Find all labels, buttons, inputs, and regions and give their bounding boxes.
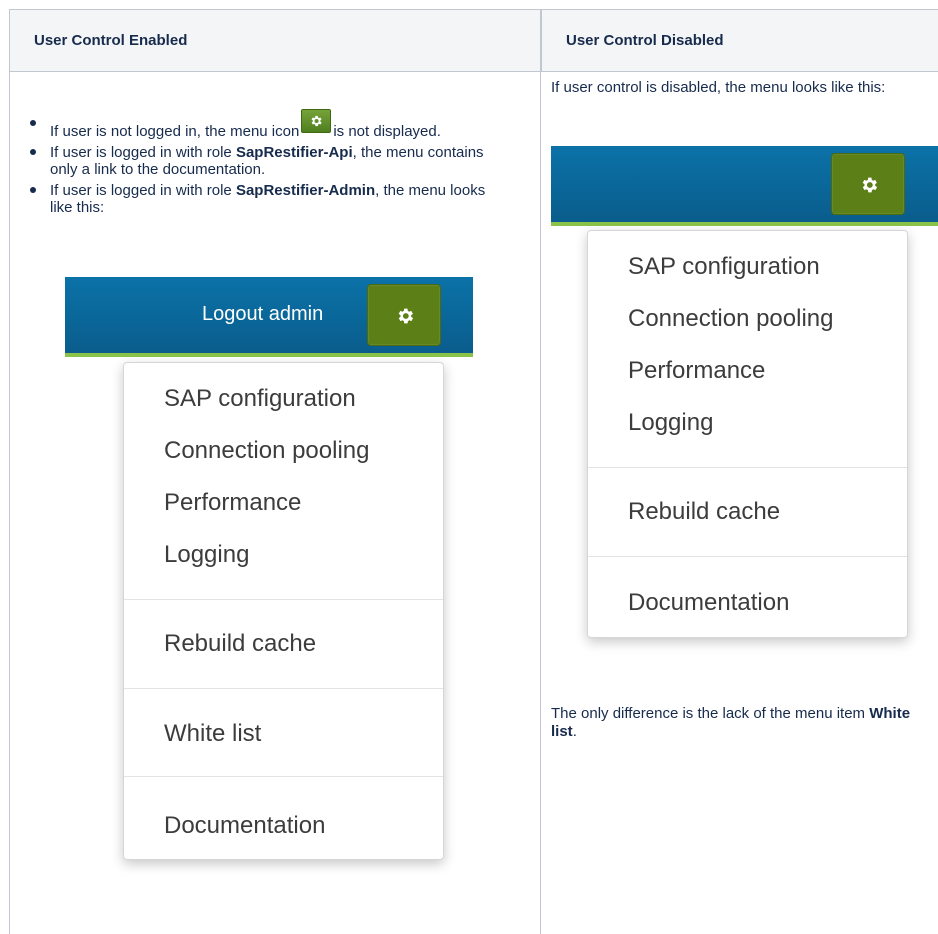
outro-text: The only difference is the lack of the m… — [551, 705, 911, 740]
navbar-preview-enabled: Logout admin — [65, 277, 473, 357]
gear-icon — [398, 308, 414, 324]
header-cell-disabled: User Control Disabled — [541, 9, 938, 72]
header-disabled-label: User Control Disabled — [566, 32, 724, 49]
menu-item-connection-pooling[interactable]: Connection pooling — [164, 437, 370, 465]
menu-divider — [124, 776, 443, 777]
menu-item-documentation[interactable]: Documentation — [628, 589, 789, 617]
intro-text: If user control is disabled, the menu lo… — [551, 79, 886, 96]
dropdown-menu-enabled: SAP configuration Connection pooling Per… — [123, 362, 444, 860]
menu-item-logging[interactable]: Logging — [628, 409, 713, 437]
logout-link[interactable]: Logout admin — [202, 303, 323, 326]
cell-enabled: If user is not logged in, the menu icon i… — [10, 71, 540, 934]
menu-divider — [588, 556, 907, 557]
inline-gear-icon — [301, 109, 332, 133]
navbar-preview-disabled — [551, 146, 938, 226]
menu-divider — [588, 467, 907, 468]
menu-item-white-list[interactable]: White list — [164, 720, 261, 748]
header-cell-enabled: User Control Enabled — [9, 9, 541, 72]
table-divider — [540, 9, 541, 934]
menu-item-sap-configuration[interactable]: SAP configuration — [164, 385, 356, 413]
header-enabled-label: User Control Enabled — [34, 32, 188, 49]
menu-divider — [124, 688, 443, 689]
menu-item-performance[interactable]: Performance — [628, 357, 765, 385]
menu-item-connection-pooling[interactable]: Connection pooling — [628, 305, 834, 333]
menu-item-performance[interactable]: Performance — [164, 489, 301, 517]
menu-item-rebuild-cache[interactable]: Rebuild cache — [628, 498, 780, 526]
settings-menu-button[interactable] — [831, 153, 905, 215]
bullet-role-admin: If user is logged in with role SapRestif… — [27, 182, 507, 216]
menu-item-sap-configuration[interactable]: SAP configuration — [628, 253, 820, 281]
menu-item-logging[interactable]: Logging — [164, 541, 249, 569]
menu-item-documentation[interactable]: Documentation — [164, 812, 325, 840]
gear-icon — [862, 177, 878, 193]
cell-disabled: If user control is disabled, the menu lo… — [542, 71, 938, 934]
bullet-list: If user is not logged in, the menu icon i… — [27, 109, 507, 220]
menu-item-rebuild-cache[interactable]: Rebuild cache — [164, 630, 316, 658]
bullet-not-logged-in: If user is not logged in, the menu icon i… — [27, 109, 507, 140]
settings-menu-button[interactable] — [367, 284, 441, 346]
comparison-table: User Control Enabled User Control Disabl… — [9, 9, 938, 934]
menu-divider — [124, 599, 443, 600]
bullet-role-api: If user is logged in with role SapRestif… — [27, 144, 507, 178]
dropdown-menu-disabled: SAP configuration Connection pooling Per… — [587, 230, 908, 638]
